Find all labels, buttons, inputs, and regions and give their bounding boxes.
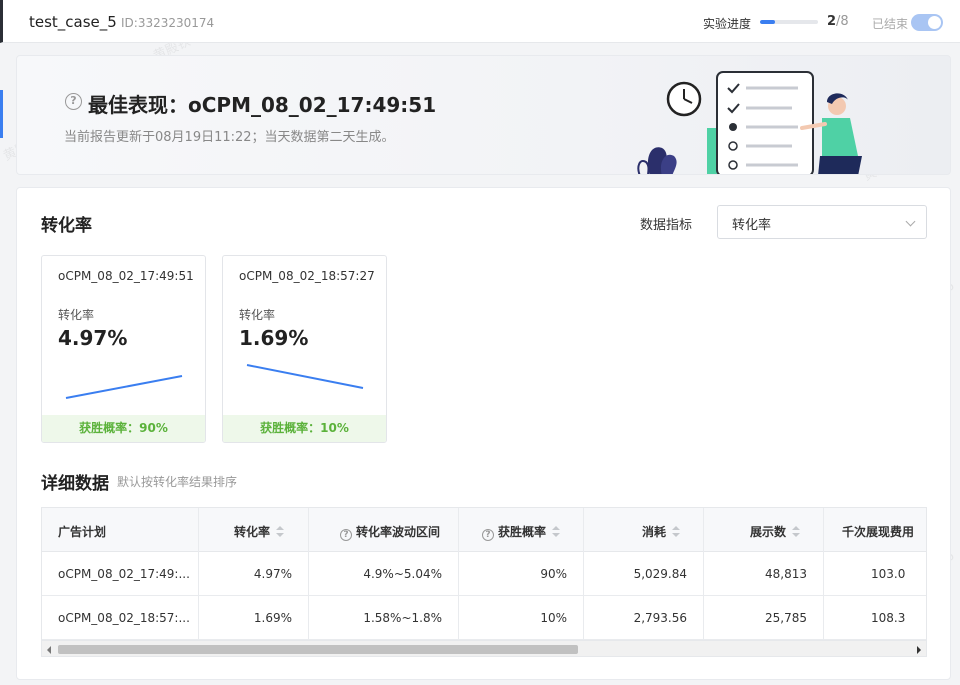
cell-conversion-range: 4.9%~5.04% [363,567,442,581]
report-update-note: 当前报告更新于08月19日11:22；当天数据第二天生成。 [64,130,395,145]
chevron-down-icon [905,216,916,227]
col-header-plan: 广告计划 [58,525,107,539]
card-metric-value: 4.97% [58,326,128,350]
toggle-knob [928,16,941,29]
experiment-id: ID:3323230174 [121,16,215,30]
card-metric-label: 转化率 [58,308,95,322]
left-accent-bar [0,90,3,138]
metric-label: 数据指标 [640,218,693,233]
conversion-panel: 转化率 数据指标 转化率 oCPM_08_02_17:49:51 转化率 4.9… [16,187,951,680]
col-header-impressions[interactable]: 展示数 [750,523,801,540]
progress-label: 实验进度 [703,17,752,31]
cell-plan[interactable]: oCPM_08_02_18:57:... [58,611,194,625]
card-plan-name: oCPM_08_02_17:49:51 [58,269,194,283]
col-header-spend[interactable]: 消耗 [642,523,681,540]
cell-win-rate: 90% [540,567,567,581]
sort-icon[interactable] [276,526,285,538]
ended-toggle[interactable] [911,14,943,31]
help-icon[interactable]: ? [482,529,494,541]
metric-select[interactable]: 转化率 [717,205,927,239]
col-header-label: 展示数 [750,525,787,539]
col-header-cpm[interactable]: 千次展现费用 [842,523,914,540]
cell-cpm: 103.0 [871,567,906,581]
table-row: oCPM_08_02_17:49:... 4.97% 4.9%~5.04% 90… [42,552,926,596]
scrollbar-thumb[interactable] [58,645,578,654]
trend-up-sparkline-icon [65,375,183,399]
progress-count: 2/8 [827,14,849,29]
scroll-left-icon[interactable] [47,646,51,654]
detail-section-title: 详细数据 [41,474,109,494]
card-win-rate: 获胜概率：90% [42,415,205,442]
progress-current: 2 [827,14,837,29]
help-icon[interactable]: ? [340,529,352,541]
cell-conversion-range: 1.58%~1.8% [363,611,442,625]
help-icon[interactable]: ? [65,93,82,110]
table-row: oCPM_08_02_18:57:... 1.69% 1.58%~1.8% 10… [42,596,926,640]
experiment-title: test_case_5 [29,13,117,31]
horizontal-scrollbar[interactable] [42,640,926,656]
progress-bar [760,20,818,24]
cell-win-rate: 10% [540,611,567,625]
card-plan-name: oCPM_08_02_18:57:27 [239,269,375,283]
cell-impressions: 25,785 [765,611,807,625]
top-bar: test_case_5 ID:3323230174 实验进度 2/8 已结束 [0,0,960,43]
card-metric-value: 1.69% [239,326,309,350]
col-header-conversion-range[interactable]: ? 转化率波动区间 [340,523,440,541]
cell-plan[interactable]: oCPM_08_02_17:49:... [58,567,194,581]
col-header-label: 转化率 [234,525,271,539]
table-header: 广告计划 转化率 ? 转化率波动区间 ? 获胜概率 消耗 展示数 千次展现费用 [42,508,926,552]
detail-sort-hint: 默认按转化率结果排序 [117,475,238,489]
col-header-label: 消耗 [642,525,667,539]
plan-card-2[interactable]: oCPM_08_02_18:57:27 转化率 1.69% 获胜概率：10% [222,255,387,443]
progress-fill [760,20,775,24]
plan-card-1[interactable]: oCPM_08_02_17:49:51 转化率 4.97% 获胜概率：90% [41,255,206,443]
progress-total: /8 [836,14,849,29]
sort-icon[interactable] [672,526,681,538]
best-performance-banner: ? 最佳表现：oCPM_08_02_17:49:51 当前报告更新于08月19日… [16,55,951,175]
best-performance-title: 最佳表现：oCPM_08_02_17:49:51 [88,93,437,117]
metric-select-value: 转化率 [732,218,772,233]
col-header-win-rate[interactable]: ? 获胜概率 [482,523,561,541]
card-win-rate: 获胜概率：10% [223,415,386,442]
col-header-label: 转化率波动区间 [356,525,441,539]
cell-spend: 2,793.56 [633,611,687,625]
cell-spend: 5,029.84 [633,567,687,581]
col-header-label: 获胜概率 [498,525,547,539]
cell-impressions: 48,813 [765,567,807,581]
cell-cpm: 108.3 [871,611,906,625]
card-metric-label: 转化率 [239,308,276,322]
scroll-right-icon[interactable] [917,646,921,654]
sort-icon[interactable] [792,526,801,538]
trend-down-sparkline-icon [246,364,364,389]
ended-label: 已结束 [872,17,909,31]
detail-table: 广告计划 转化率 ? 转化率波动区间 ? 获胜概率 消耗 展示数 千次展现费用 oC… [41,507,927,657]
conversion-section-title: 转化率 [41,216,92,236]
checklist-illustration-icon [637,71,862,174]
cell-conversion: 1.69% [253,611,292,625]
sort-icon[interactable] [552,526,561,538]
col-header-conversion[interactable]: 转化率 [234,523,285,540]
cell-conversion: 4.97% [253,567,292,581]
